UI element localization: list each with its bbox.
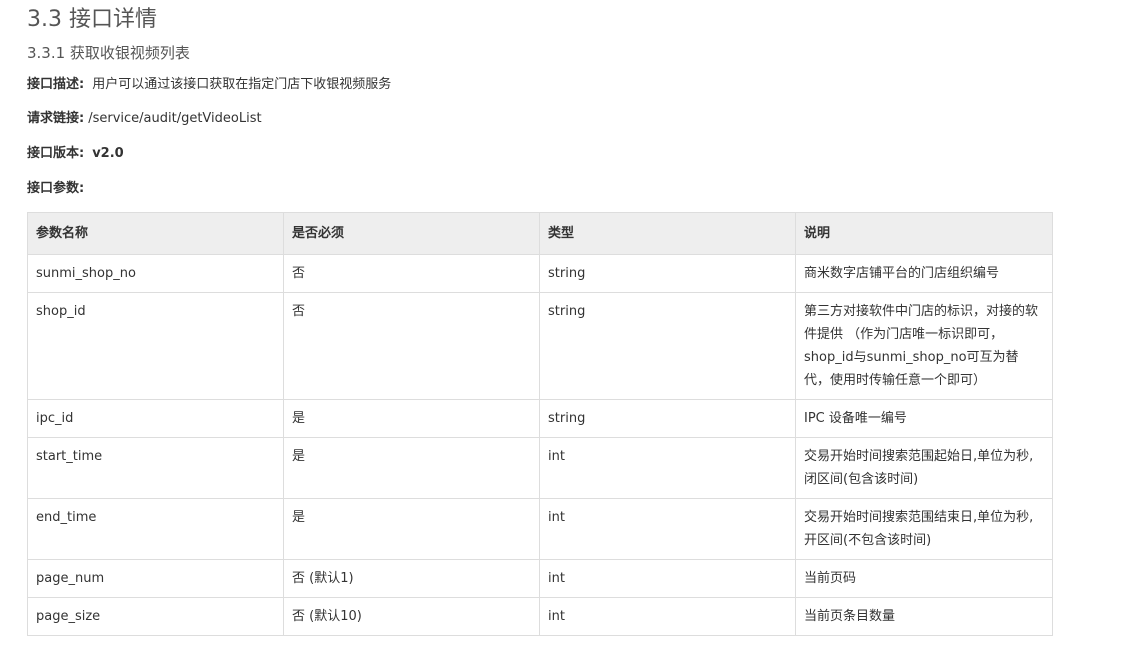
api-doc-page: 3.3 接口详情 3.3.1 获取收银视频列表 接口描述: 用户可以通过该接口获取… [0, 0, 1145, 649]
table-row: shop_id 否 string 第三方对接软件中门店的标识，对接的软件提供 （… [27, 292, 1053, 400]
cell-required: 是 [283, 498, 540, 560]
cell-param-name: start_time [27, 437, 284, 499]
cell-required: 否 (默认10) [283, 597, 540, 636]
params-table: 参数名称 是否必须 类型 说明 sunmi_shop_no 否 string 商… [27, 212, 1053, 636]
subsection-title: 3.3.1 获取收银视频列表 [27, 44, 190, 62]
cell-type: string [539, 254, 796, 293]
cell-param-name: end_time [27, 498, 284, 560]
header-type: 类型 [539, 212, 796, 255]
header-required: 是否必须 [283, 212, 540, 255]
request-link-value: /service/audit/getVideoList [88, 111, 262, 126]
table-row: page_num 否 (默认1) int 当前页码 [27, 559, 1053, 598]
cell-type: string [539, 399, 796, 438]
cell-param-name: page_size [27, 597, 284, 636]
api-description-value: 用户可以通过该接口获取在指定门店下收银视频服务 [92, 77, 392, 92]
table-row: ipc_id 是 string IPC 设备唯一编号 [27, 399, 1053, 438]
cell-required: 是 [283, 399, 540, 438]
cell-type: int [539, 559, 796, 598]
cell-description: IPC 设备唯一编号 [795, 399, 1053, 438]
api-version: 接口版本: v2.0 [27, 144, 124, 164]
header-description: 说明 [795, 212, 1053, 255]
cell-description: 商米数字店铺平台的门店组织编号 [795, 254, 1053, 293]
cell-description: 交易开始时间搜索范围起始日,单位为秒,闭区间(包含该时间) [795, 437, 1053, 499]
table-row: end_time 是 int 交易开始时间搜索范围结束日,单位为秒,开区间(不包… [27, 498, 1053, 560]
api-version-label: 接口版本: [27, 146, 85, 161]
cell-param-name: ipc_id [27, 399, 284, 438]
cell-description: 交易开始时间搜索范围结束日,单位为秒,开区间(不包含该时间) [795, 498, 1053, 560]
table-row: page_size 否 (默认10) int 当前页条目数量 [27, 597, 1053, 636]
table-row: start_time 是 int 交易开始时间搜索范围起始日,单位为秒,闭区间(… [27, 437, 1053, 499]
table-row: sunmi_shop_no 否 string 商米数字店铺平台的门店组织编号 [27, 254, 1053, 293]
cell-description: 当前页条目数量 [795, 597, 1053, 636]
api-description: 接口描述: 用户可以通过该接口获取在指定门店下收银视频服务 [27, 75, 391, 95]
request-link: 请求链接:/service/audit/getVideoList [27, 109, 262, 129]
header-param-name: 参数名称 [27, 212, 284, 255]
cell-param-name: sunmi_shop_no [27, 254, 284, 293]
cell-required: 是 [283, 437, 540, 499]
cell-required: 否 [283, 292, 540, 400]
cell-required: 否 [283, 254, 540, 293]
api-version-value: v2.0 [92, 146, 124, 161]
cell-required: 否 (默认1) [283, 559, 540, 598]
cell-description: 第三方对接软件中门店的标识，对接的软件提供 （作为门店唯一标识即可，shop_i… [795, 292, 1053, 400]
api-description-label: 接口描述: [27, 77, 85, 92]
cell-type: int [539, 597, 796, 636]
cell-type: string [539, 292, 796, 400]
table-header-row: 参数名称 是否必须 类型 说明 [27, 212, 1053, 255]
cell-param-name: shop_id [27, 292, 284, 400]
cell-type: int [539, 437, 796, 499]
section-title: 3.3 接口详情 [27, 7, 157, 32]
api-params: 接口参数: [27, 179, 84, 199]
api-params-label: 接口参数: [27, 181, 85, 196]
cell-type: int [539, 498, 796, 560]
request-link-label: 请求链接: [27, 111, 85, 126]
cell-description: 当前页码 [795, 559, 1053, 598]
cell-param-name: page_num [27, 559, 284, 598]
